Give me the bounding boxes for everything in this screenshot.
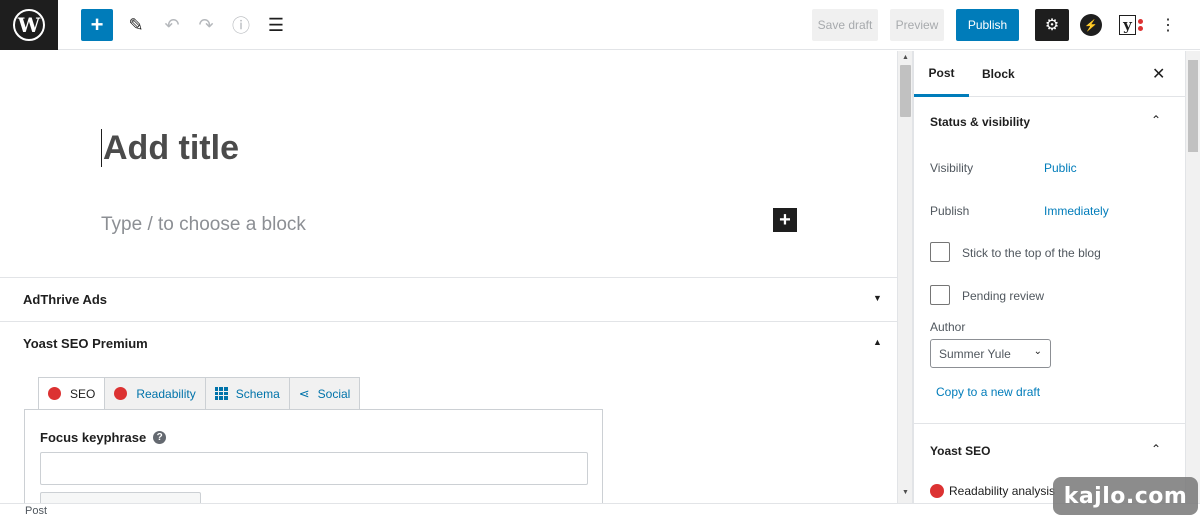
publish-label: Publish: [930, 204, 970, 218]
publish-button[interactable]: Publish: [956, 9, 1019, 41]
yoast-metabox-header[interactable]: Yoast SEO Premium ▲: [0, 321, 897, 365]
jetpack-icon: ⚡: [1080, 14, 1102, 36]
editor-canvas: Add title Type / to choose a block + AdT…: [0, 51, 897, 503]
sticky-checkbox[interactable]: [930, 242, 950, 262]
post-title-input[interactable]: Add title: [101, 129, 239, 167]
jetpack-button[interactable]: ⚡: [1079, 9, 1103, 41]
pending-review-checkbox[interactable]: [930, 285, 950, 305]
watermark: kajlo.com: [1053, 477, 1198, 515]
sticky-label: Stick to the top of the blog: [962, 246, 1101, 260]
status-visibility-panel-header[interactable]: Status & visibility ⌃: [914, 97, 1185, 147]
yoast-toolbar-button[interactable]: y: [1113, 9, 1149, 41]
schema-grid-icon: [214, 387, 228, 400]
editor-toolbar: W + ✎ ↶ ↷ ⓘ ☰ Save draft Preview Publish…: [0, 0, 1200, 50]
visibility-label: Visibility: [930, 161, 974, 175]
more-options-icon[interactable]: ⋮: [1158, 9, 1178, 41]
info-icon[interactable]: ⓘ: [226, 9, 256, 41]
breadcrumb-post[interactable]: Post: [25, 505, 47, 517]
wordpress-icon: W: [13, 9, 45, 41]
chevron-up-icon[interactable]: ⌃: [1151, 442, 1161, 456]
yoast-icon: y: [1119, 15, 1136, 35]
help-icon[interactable]: ?: [153, 431, 167, 444]
undo-icon[interactable]: ↶: [157, 9, 187, 41]
related-keyphrase-button[interactable]: [40, 492, 201, 503]
focus-keyphrase-text: Focus keyphrase: [40, 430, 147, 445]
metabox-title: Yoast SEO Premium: [23, 336, 148, 351]
collapse-arrow-icon[interactable]: ▲: [873, 337, 882, 347]
focus-keyphrase-label: Focus keyphrase ?: [40, 430, 167, 445]
metabox-title: AdThrive Ads: [23, 292, 108, 307]
expand-arrow-icon[interactable]: ▼: [873, 293, 882, 303]
seo-status-dot-icon: [48, 387, 61, 400]
add-block-icon[interactable]: +: [773, 208, 797, 232]
adthrive-metabox-header[interactable]: AdThrive Ads ▼: [0, 277, 897, 321]
block-breadcrumb-bar: Post: [0, 503, 1200, 518]
author-label: Author: [930, 320, 966, 334]
tab-label: Schema: [235, 386, 280, 401]
pending-review-label: Pending review: [962, 289, 1045, 303]
sidebar-scrollbar[interactable]: [1185, 51, 1200, 503]
panel-title: Yoast SEO: [930, 444, 991, 458]
editor-scrollbar[interactable]: ▲ ▼: [897, 51, 913, 503]
scrollbar-thumb[interactable]: [900, 65, 911, 117]
visibility-value-link[interactable]: Public: [1044, 161, 1077, 175]
chevron-up-icon[interactable]: ⌃: [1151, 113, 1161, 127]
tab-label: Social: [317, 386, 351, 401]
tab-post[interactable]: Post: [914, 51, 969, 97]
chevron-down-icon: ⌄: [1033, 346, 1042, 357]
tab-social[interactable]: ⋖ Social: [289, 377, 361, 410]
share-icon: ⋖: [298, 385, 310, 401]
tab-seo[interactable]: SEO: [38, 377, 106, 410]
yoast-tabs: SEO Readability Schema ⋖ Social: [38, 377, 361, 410]
save-draft-button[interactable]: Save draft: [812, 9, 878, 41]
readability-status-dot-icon: [930, 484, 944, 498]
scroll-down-icon[interactable]: ▼: [902, 489, 909, 496]
author-select[interactable]: Summer Yule ⌄: [930, 339, 1051, 368]
wordpress-logo[interactable]: W: [0, 0, 58, 50]
publish-date-link[interactable]: Immediately: [1044, 204, 1109, 218]
author-value: Summer Yule: [939, 346, 1011, 361]
close-icon[interactable]: ✕: [1152, 64, 1165, 84]
readability-label: Readability analysis: [949, 484, 1056, 498]
yoast-seo-panel-header[interactable]: Yoast SEO ⌃: [914, 424, 1185, 474]
yoast-seo-panel: Focus keyphrase ?: [24, 409, 603, 503]
tab-schema[interactable]: Schema: [205, 377, 290, 410]
readability-analysis-row[interactable]: Readability analysis: [930, 484, 1055, 498]
copy-to-draft-link[interactable]: Copy to a new draft: [936, 385, 1040, 399]
tools-pencil-icon[interactable]: ✎: [121, 9, 151, 41]
tab-label: SEO: [70, 386, 96, 401]
redo-icon[interactable]: ↷: [191, 9, 221, 41]
tab-label: Readability: [136, 386, 196, 401]
outline-list-icon[interactable]: ☰: [261, 9, 291, 41]
scrollbar-thumb[interactable]: [1188, 60, 1198, 152]
settings-gear-icon[interactable]: ⚙: [1035, 9, 1069, 41]
scroll-up-icon[interactable]: ▲: [902, 54, 909, 61]
tab-readability[interactable]: Readability: [105, 377, 206, 410]
yoast-status-dots-icon: [1137, 18, 1143, 32]
preview-button[interactable]: Preview: [890, 9, 944, 41]
settings-sidebar: Post Block ✕ Status & visibility ⌃ Visib…: [913, 51, 1185, 503]
readability-status-dot-icon: [114, 387, 128, 400]
tab-block[interactable]: Block: [982, 51, 1015, 97]
panel-title: Status & visibility: [930, 115, 1031, 129]
block-inserter-button[interactable]: +: [81, 9, 113, 41]
sidebar-tabs: Post Block ✕: [914, 51, 1185, 97]
focus-keyphrase-input[interactable]: [40, 452, 588, 485]
block-placeholder[interactable]: Type / to choose a block: [101, 214, 306, 236]
